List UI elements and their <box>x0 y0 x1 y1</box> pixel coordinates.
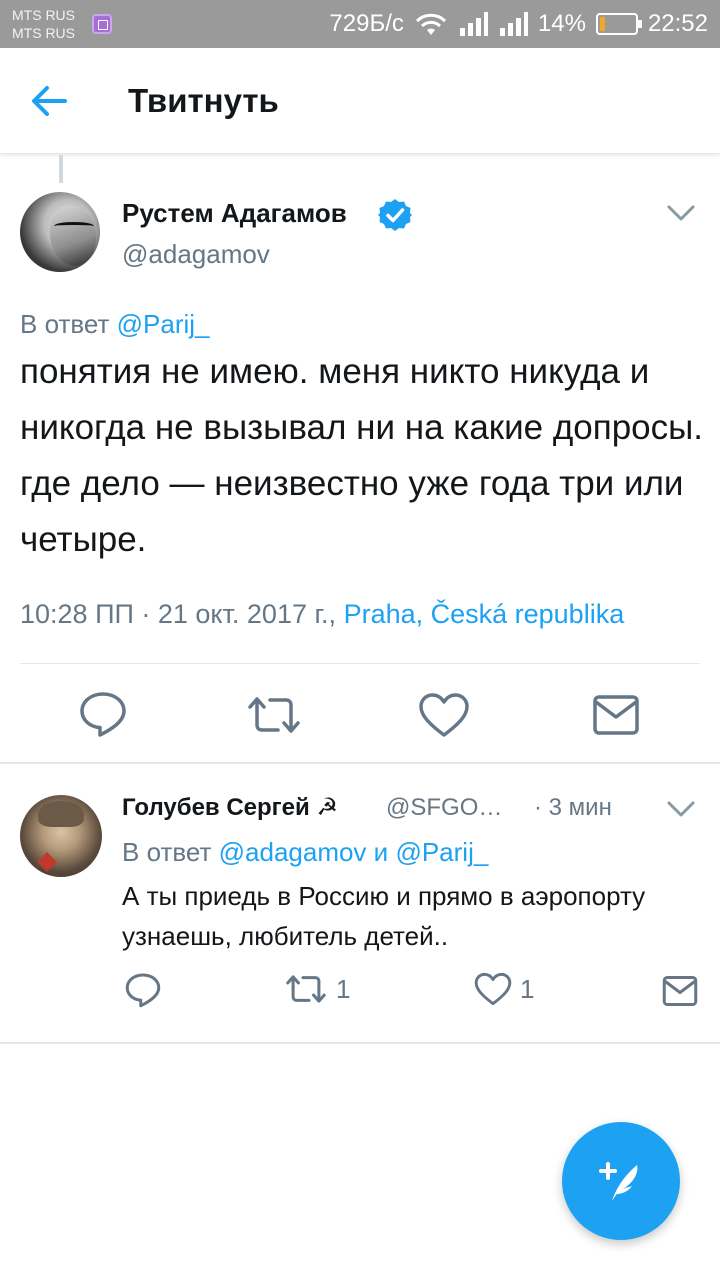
clock: 22:52 <box>647 10 708 37</box>
status-indicators: 729Б/с 14% 22:52 <box>329 0 708 48</box>
reply-tweet-context: В ответ @adagamov и @Parij_ <box>122 835 488 869</box>
retweet-icon <box>248 697 300 733</box>
reply-icon <box>125 973 161 1008</box>
reply-author-avatar[interactable] <box>20 795 102 877</box>
reply-context: В ответ @Parij_ <box>20 307 210 341</box>
direct-message-button[interactable] <box>592 694 640 736</box>
reply-author-name[interactable]: Голубев Сергей ☭ <box>122 791 338 825</box>
wifi-icon <box>415 13 446 35</box>
reply-tweet-text: А ты приедь в Россию и прямо в аэропорту… <box>122 881 646 951</box>
gallery-notification-icon <box>92 14 112 34</box>
author-handle[interactable]: @adagamov <box>122 237 270 271</box>
carrier-2: MTS RUS <box>12 25 75 41</box>
signal-icon-1 <box>459 12 488 36</box>
reply-prefix: В ответ <box>122 837 212 867</box>
reply-icon <box>80 692 126 737</box>
avatar-glasses <box>54 222 94 230</box>
app-header: Твитнуть <box>0 48 720 154</box>
tweet-separator <box>0 762 720 764</box>
carrier-labels: MTS RUS MTS RUS <box>12 6 75 42</box>
tweet-separator <box>0 1042 720 1044</box>
back-button[interactable] <box>26 78 72 124</box>
reply-mention-link-1[interactable]: @adagamov <box>219 837 367 867</box>
direct-message-icon <box>593 695 639 735</box>
reply-mention-conj: и <box>373 837 389 867</box>
chevron-down-icon[interactable] <box>666 203 696 223</box>
thread-connector <box>59 155 63 183</box>
reply-prefix: В ответ <box>20 309 110 339</box>
reply-tweet-dm-button[interactable] <box>662 975 698 1007</box>
tweet-text: понятия не имею. меня никто никуда и ник… <box>20 352 704 559</box>
compose-tweet-icon <box>599 1162 638 1201</box>
verified-badge-icon <box>378 199 412 231</box>
like-button[interactable] <box>418 692 470 738</box>
like-icon <box>419 693 469 737</box>
reply-mention-link-2[interactable]: @Parij_ <box>395 837 488 867</box>
compose-tweet-button[interactable] <box>562 1122 680 1240</box>
retweet-count: 1 <box>336 973 351 1004</box>
arrow-left-icon <box>32 86 67 116</box>
retweet-icon <box>286 975 326 1003</box>
like-count: 1 <box>520 973 535 1004</box>
retweet-button[interactable] <box>245 693 303 737</box>
author-name[interactable]: Рустем Адагамов <box>122 196 347 230</box>
avatar-face <box>50 206 96 266</box>
chevron-down-icon[interactable] <box>666 799 696 819</box>
page-title: Твитнуть <box>128 82 279 119</box>
battery-icon <box>595 13 642 35</box>
battery-percent: 14% <box>537 10 586 37</box>
like-icon <box>474 972 512 1006</box>
direct-message-icon <box>662 976 698 1006</box>
reply-button[interactable] <box>78 690 128 738</box>
reply-time: · 3 мин <box>534 794 612 821</box>
reply-author-handle[interactable]: @SFGO… <box>386 791 502 825</box>
tweet-location-link[interactable]: Praha, Česká republika <box>344 599 625 629</box>
reply-tweet-like-button[interactable]: 1 <box>474 972 534 1006</box>
avatar-hair <box>38 801 84 827</box>
network-speed: 729Б/с <box>329 10 404 37</box>
carrier-1: MTS RUS <box>12 7 75 23</box>
avatar-scarf <box>37 852 57 872</box>
reply-tweet-retweet-button[interactable]: 1 <box>284 972 350 1006</box>
divider <box>20 663 700 664</box>
status-bar: MTS RUS MTS RUS 729Б/с 14% 22:52 <box>0 0 720 48</box>
signal-icon-2 <box>499 12 528 36</box>
reply-tweet-reply-button[interactable] <box>124 972 162 1008</box>
tweet-timestamp: 10:28 ПП · 21 окт. 2017 г., <box>20 599 337 629</box>
reply-mention-link[interactable]: @Parij_ <box>117 309 210 339</box>
battery-fill <box>599 17 605 31</box>
author-avatar[interactable] <box>20 192 100 272</box>
tweet-meta: 10:28 ПП · 21 окт. 2017 г., Praha, Česká… <box>20 594 624 634</box>
